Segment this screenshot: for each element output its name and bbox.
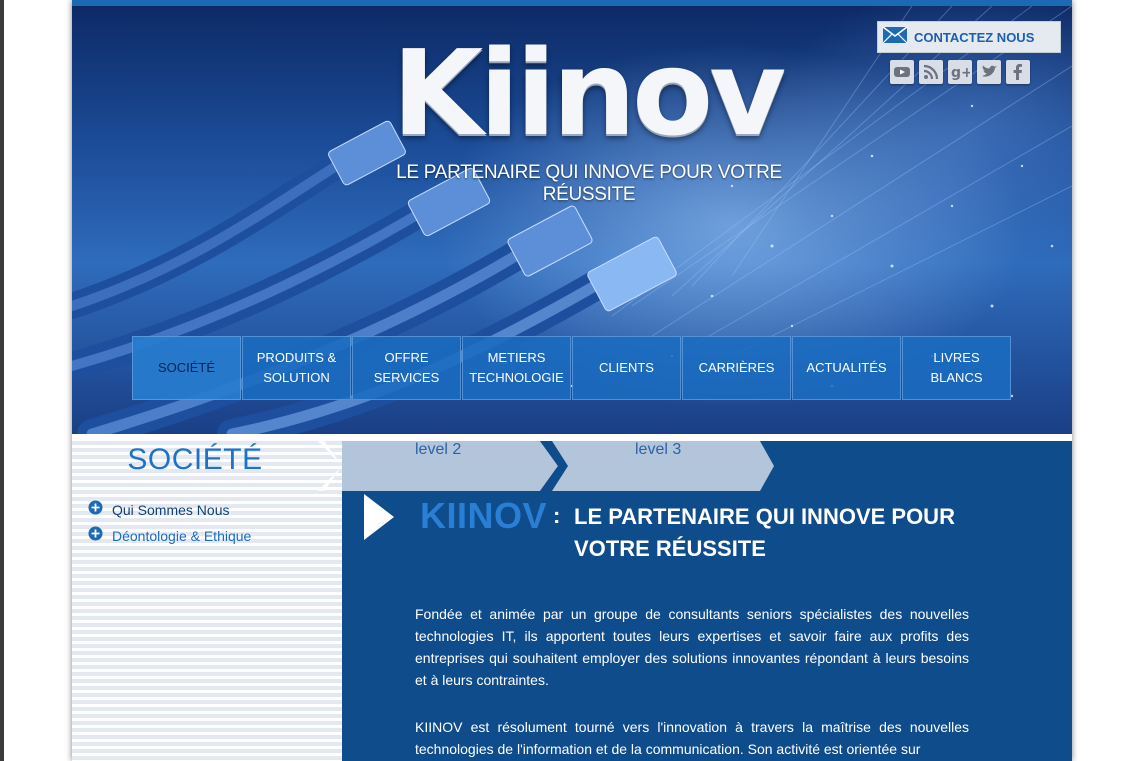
nav-item-societe[interactable]: SOCIÉTÉ xyxy=(132,336,241,400)
intro-paragraph: Fondée et animée par un groupe de consul… xyxy=(415,606,969,688)
nav-item-offre-services[interactable]: OFFRE SERVICES xyxy=(352,336,461,400)
main-content: level 2 level 3 KIINOV : LE PARTENAIRE Q… xyxy=(342,441,1072,761)
banner-divider xyxy=(72,434,1072,441)
nav-item-livres-blancs[interactable]: LIVRES BLANCS xyxy=(902,336,1011,400)
nav-item-produits-solution[interactable]: PRODUITS & SOLUTION xyxy=(242,336,351,400)
plus-circle-icon xyxy=(88,500,103,520)
sidebar-title: SOCIÉTÉ xyxy=(127,443,263,476)
sidebar-item-label: Qui Sommes Nous xyxy=(112,502,230,518)
contact-button[interactable]: CONTACTEZ NOUS xyxy=(877,21,1061,53)
nav-item-clients[interactable]: CLIENTS xyxy=(572,336,681,400)
main-nav: SOCIÉTÉ PRODUITS & SOLUTION OFFRE SERVIC… xyxy=(132,336,1012,400)
sidebar-item-qui-sommes-nous[interactable]: Qui Sommes Nous xyxy=(88,497,251,523)
heading-tagline: LE PARTENAIRE QUI INNOVE POUR VOTRE RÉUS… xyxy=(574,504,955,561)
envelope-icon xyxy=(882,25,908,50)
heading-brand: KIINOV xyxy=(420,495,548,536)
header-banner: Kiinov LE PARTENAIRE QUI INNOVE POUR VOT… xyxy=(72,6,1072,434)
breadcrumb: level 2 level 3 xyxy=(342,441,1072,491)
page-margin-right xyxy=(1072,0,1140,761)
sidebar-chevron xyxy=(318,441,342,491)
logo[interactable]: Kiinov xyxy=(352,28,822,164)
nav-item-metiers-technologie[interactable]: METIERS TECHNOLOGIE xyxy=(462,336,571,400)
youtube-icon[interactable] xyxy=(890,60,914,84)
sidebar: SOCIÉTÉ Qui Sommes Nous Déontologie & Et… xyxy=(72,441,342,761)
header-tagline: LE PARTENAIRE QUI INNOVE POUR VOTRE RÉUS… xyxy=(396,162,782,205)
breadcrumb-level2[interactable]: level 2 xyxy=(415,441,461,459)
sidebar-item-label: Déontologie & Ethique xyxy=(112,528,252,544)
logo-text: Kiinov xyxy=(391,24,786,162)
nav-item-carrieres[interactable]: CARRIÈRES xyxy=(682,336,791,400)
breadcrumb-level3[interactable]: level 3 xyxy=(635,441,681,459)
heading-arrow-icon xyxy=(364,494,394,540)
plus-circle-icon xyxy=(88,526,103,546)
svg-text:g+: g+ xyxy=(951,65,970,81)
sidebar-menu: Qui Sommes Nous Déontologie & Ethique xyxy=(88,497,251,549)
page: Kiinov LE PARTENAIRE QUI INNOVE POUR VOT… xyxy=(72,0,1072,761)
nav-item-actualites[interactable]: ACTUALITÉS xyxy=(792,336,901,400)
facebook-icon[interactable] xyxy=(1006,60,1030,84)
activity-paragraph: KIINOV est résolument tourné vers l'inno… xyxy=(415,719,969,757)
sidebar-item-deontologie-ethique[interactable]: Déontologie & Ethique xyxy=(88,523,251,549)
social-links: g+ xyxy=(890,60,1030,84)
google-plus-icon[interactable]: g+ xyxy=(948,60,972,84)
heading-colon: : xyxy=(553,503,561,528)
page-margin-left xyxy=(4,0,72,761)
twitter-icon[interactable] xyxy=(977,60,1001,84)
rss-icon[interactable] xyxy=(919,60,943,84)
contact-label: CONTACTEZ NOUS xyxy=(914,29,1035,45)
